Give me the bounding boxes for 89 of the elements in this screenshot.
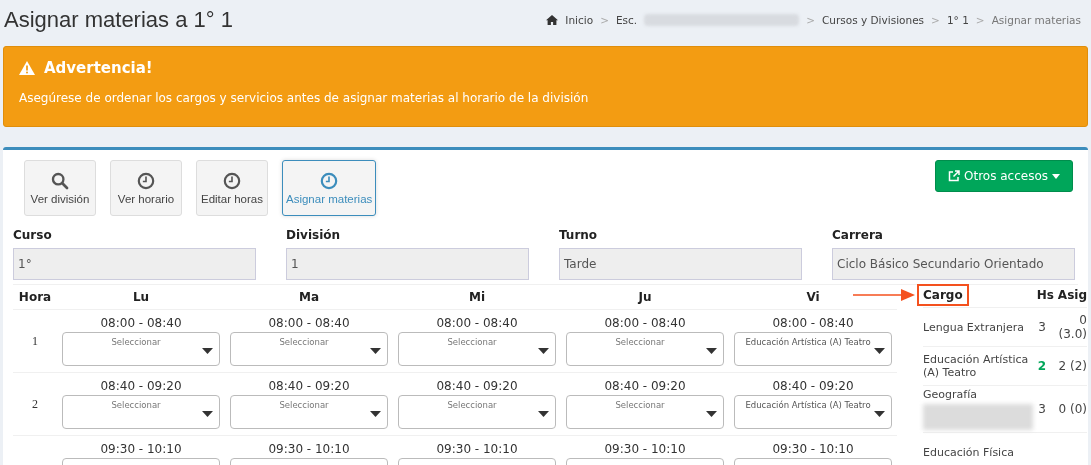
- field-label: Turno: [559, 228, 599, 242]
- caret-icon: [202, 411, 213, 417]
- column-header: Lu: [132, 290, 150, 304]
- time-range: 09:30 - 10:10: [268, 442, 350, 456]
- hour-number: 1: [31, 333, 39, 349]
- cargo-name: Geografía: [923, 388, 977, 401]
- time-range: 09:30 - 10:10: [604, 442, 686, 456]
- alert-message: Asegúrese de ordenar los cargos y servicios antes de asignar materias al horario de la división: [19, 91, 590, 105]
- breadcrumb-separator: >: [975, 14, 985, 26]
- alert-title: Advertencia!: [44, 59, 153, 77]
- time-range: 08:00 - 08:40: [436, 316, 518, 330]
- field-label: Carrera: [832, 228, 884, 242]
- readonly-field[interactable]: 1°: [13, 248, 256, 280]
- readonly-field[interactable]: Tarde: [559, 248, 802, 280]
- caret-icon: [874, 348, 885, 354]
- toolbar-button[interactable]: Ver horario: [110, 160, 182, 216]
- caret-icon: [370, 348, 381, 354]
- clock-icon: [223, 171, 241, 190]
- caret-icon: [706, 348, 717, 354]
- subject-select[interactable]: Seleccionar: [230, 332, 388, 366]
- readonly-field[interactable]: 1: [286, 248, 529, 280]
- subject-select[interactable]: Seleccionar: [62, 332, 220, 366]
- breadcrumb-separator: >: [931, 14, 940, 26]
- subject-select[interactable]: Seleccionar: [398, 332, 556, 366]
- time-range: 08:00 - 08:40: [772, 316, 854, 330]
- time-range: 09:30 - 10:10: [436, 442, 518, 456]
- time-range: 08:00 - 08:40: [604, 316, 686, 330]
- assigned-count: 0 (3.0): [1057, 313, 1087, 341]
- field-label: Curso: [13, 228, 53, 242]
- subject-select[interactable]: Seleccionar: [62, 395, 220, 429]
- home-icon: [546, 15, 559, 25]
- cargo-name: Educación Artística (A) Teatro: [923, 353, 1029, 379]
- column-header: Asig: [1057, 288, 1087, 302]
- subject-select[interactable]: Seleccionar: [398, 395, 556, 429]
- caret-icon: [538, 348, 549, 354]
- caret-icon: [370, 411, 381, 417]
- time-range: 08:40 - 09:20: [268, 379, 350, 393]
- column-header: Mi: [468, 290, 486, 304]
- external-link-icon: [948, 170, 960, 182]
- time-range: 09:30 - 10:10: [100, 442, 182, 456]
- hours-count: 2: [1036, 359, 1048, 373]
- breadcrumb-item: Asignar materias: [991, 14, 1081, 26]
- hours-count: 3: [1037, 402, 1047, 416]
- caret-icon: [202, 348, 213, 354]
- column-header: Cargo: [917, 284, 969, 306]
- readonly-field[interactable]: Ciclo Básico Secundario Orientado: [832, 248, 1075, 280]
- subject-select[interactable]: Seleccionar: [566, 332, 724, 366]
- time-range: 08:40 - 09:20: [100, 379, 182, 393]
- breadcrumb-separator: >: [600, 14, 609, 26]
- breadcrumb-item[interactable]: 1° 1: [946, 14, 969, 26]
- toolbar-button[interactable]: Ver división: [24, 160, 96, 216]
- caret-icon: [874, 411, 885, 417]
- time-range: 08:40 - 09:20: [604, 379, 686, 393]
- breadcrumb-separator: >: [806, 14, 815, 26]
- cargo-name: Educación Física: [923, 445, 1014, 459]
- column-header: Ma: [298, 290, 319, 304]
- page-title: Asignar materias a 1° 1: [4, 7, 233, 33]
- column-header: Vi: [806, 290, 820, 304]
- column-header: Ju: [638, 290, 652, 304]
- subject-select[interactable]: Seleccionar: [230, 395, 388, 429]
- assigned-count: 2 (2): [1057, 359, 1087, 373]
- subject-select[interactable]: Seleccionar: [566, 395, 724, 429]
- cargo-name: Lengua Extranjera: [923, 320, 1024, 334]
- clock-icon: [320, 171, 339, 190]
- column-header: Hs: [1036, 288, 1054, 302]
- search-icon: [51, 171, 69, 190]
- subject-select[interactable]: Educación Artística (A) Teatro: [734, 395, 892, 429]
- time-range: 08:00 - 08:40: [100, 316, 182, 330]
- caret-icon: [1052, 173, 1060, 179]
- subject-select[interactable]: Educación Artística (A) Teatro: [734, 332, 892, 366]
- time-range: 09:30 - 10:10: [772, 442, 854, 456]
- time-range: 08:40 - 09:20: [436, 379, 518, 393]
- hour-number: 2: [31, 396, 39, 412]
- field-label: División: [286, 228, 342, 242]
- hours-count: 3: [1037, 320, 1047, 334]
- time-range: 08:40 - 09:20: [772, 379, 854, 393]
- toolbar-button[interactable]: Editar horas: [196, 160, 268, 216]
- toolbar-button[interactable]: Asignar materias: [282, 160, 377, 216]
- time-range: 08:00 - 08:40: [268, 316, 350, 330]
- breadcrumb-item[interactable]: Inicio: [565, 14, 594, 26]
- caret-icon: [538, 411, 549, 417]
- breadcrumb-item[interactable]: Cursos y Divisiones: [821, 14, 925, 26]
- assigned-count: 0 (0): [1057, 402, 1087, 416]
- breadcrumb-item[interactable]: Esc.: [615, 14, 638, 26]
- warning-icon: [19, 61, 35, 75]
- column-header: Hora: [18, 290, 52, 304]
- annotation-arrow: [853, 289, 915, 301]
- clock-icon: [137, 171, 155, 190]
- caret-icon: [706, 411, 717, 417]
